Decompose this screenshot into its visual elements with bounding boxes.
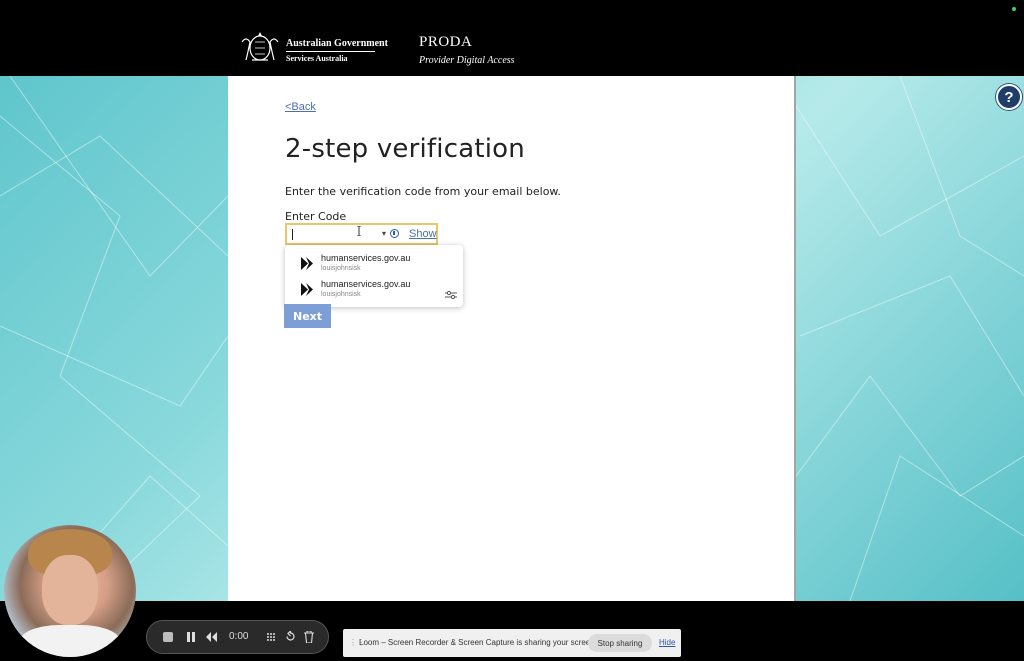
page-title: 2-step verification: [285, 134, 525, 164]
recording-time: 0:00: [229, 631, 249, 642]
key-icon[interactable]: [390, 229, 399, 238]
mouse-cursor-icon: [357, 226, 361, 236]
hide-link[interactable]: Hide: [659, 638, 675, 647]
autofill-item[interactable]: humanservices.gov.au louisjohnsisk: [285, 251, 463, 277]
autofill-item[interactable]: humanservices.gov.au louisjohnsisk: [285, 277, 463, 303]
autofill-play-icon: [301, 283, 313, 296]
autofill-site: humanservices.gov.au: [321, 253, 411, 263]
content-panel: <Back 2-step verification Enter the veri…: [228, 76, 796, 601]
chevron-down-icon[interactable]: ▾: [382, 229, 386, 238]
autofill-user: louisjohnsisk: [321, 265, 361, 272]
text-caret: [292, 229, 293, 240]
trash-icon[interactable]: [304, 631, 314, 643]
back-link[interactable]: <Back: [285, 101, 316, 113]
sharing-message: Loom – Screen Recorder & Screen Capture …: [359, 638, 597, 647]
settings-sliders-icon[interactable]: [445, 290, 457, 300]
webcam-shirt: [20, 625, 120, 657]
gov-title: Australian Government: [286, 38, 388, 49]
restart-icon[interactable]: [285, 631, 296, 642]
instruction-text: Enter the verification code from your em…: [285, 185, 561, 198]
recorder-controls: 0:00: [146, 620, 329, 654]
camera-indicator: [1012, 7, 1016, 11]
webcam-face: [42, 555, 98, 625]
app-title: PRODA: [419, 34, 473, 50]
gov-subtitle: Services Australia: [286, 54, 348, 63]
next-button[interactable]: Next: [284, 304, 331, 328]
stop-icon[interactable]: [163, 632, 173, 642]
code-label: Enter Code: [285, 210, 347, 223]
gov-divider: [286, 51, 375, 52]
help-icon: ?: [1004, 88, 1014, 106]
rewind-icon[interactable]: [206, 632, 217, 642]
autofill-dropdown: humanservices.gov.au louisjohnsisk human…: [285, 245, 463, 307]
stop-sharing-button[interactable]: Stop sharing: [588, 634, 652, 652]
app-subtitle: Provider Digital Access: [419, 55, 515, 66]
webcam-bubble[interactable]: [4, 525, 136, 657]
code-input[interactable]: ▾ Show: [285, 223, 438, 245]
autofill-site: humanservices.gov.au: [321, 279, 411, 289]
show-code-link[interactable]: Show: [409, 228, 437, 240]
screen-sharing-bar: ⋮⋮ Loom – Screen Recorder & Screen Captu…: [343, 629, 681, 657]
pause-icon[interactable]: [187, 632, 195, 642]
autofill-user: louisjohnsisk: [321, 291, 361, 298]
crest-icon: [241, 32, 279, 61]
screen: Australian Government Services Australia…: [0, 0, 1024, 661]
grid-icon[interactable]: [266, 632, 276, 642]
help-button[interactable]: ?: [996, 84, 1022, 110]
site-header: Australian Government Services Australia…: [0, 0, 1024, 76]
autofill-play-icon: [301, 257, 313, 270]
